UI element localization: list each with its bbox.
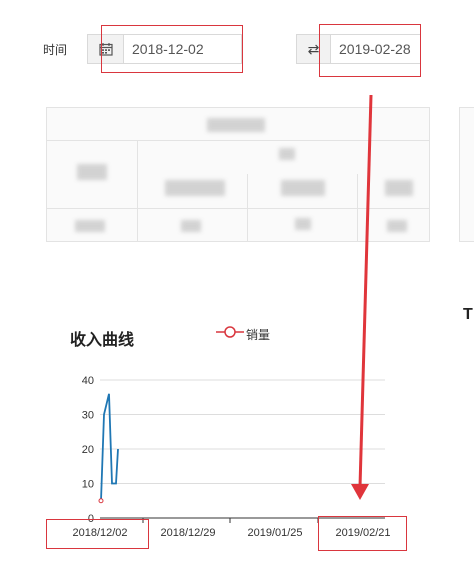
data-point <box>98 498 104 504</box>
y-tick-label: 20 <box>82 444 94 456</box>
highlight-start-tick <box>46 519 149 549</box>
x-tick-label-2: 2019/01/25 <box>247 527 303 539</box>
y-tick-label: 30 <box>82 410 94 422</box>
series-line-sales <box>100 393 119 501</box>
highlight-end-tick <box>318 516 407 551</box>
y-tick-label: 10 <box>82 479 94 491</box>
y-tick-label: 40 <box>82 375 94 387</box>
x-tick-label-1: 2018/12/29 <box>160 527 216 539</box>
revenue-chart: 010203040 <box>82 375 385 525</box>
